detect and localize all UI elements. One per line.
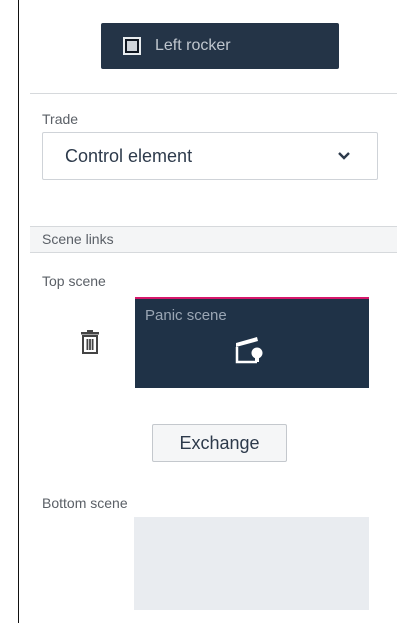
bottom-scene-slot[interactable] <box>134 517 369 610</box>
panel-left-border <box>18 0 19 623</box>
chevron-down-icon <box>337 147 351 168</box>
left-rocker-button[interactable]: Left rocker <box>101 23 339 69</box>
trade-label: Trade <box>42 111 79 127</box>
divider <box>30 93 397 94</box>
trade-select[interactable]: Control element <box>42 132 378 180</box>
bottom-scene-label: Bottom scene <box>42 495 128 511</box>
top-scene-name: Panic scene <box>145 307 227 324</box>
trade-selected-value: Control element <box>65 145 193 166</box>
scene-links-section: Scene links <box>30 226 397 253</box>
top-scene-tile[interactable]: Panic scene <box>135 297 369 388</box>
trash-icon[interactable] <box>80 330 100 359</box>
exchange-button[interactable]: Exchange <box>152 424 287 462</box>
rocker-square-icon <box>123 37 141 55</box>
top-scene-label: Top scene <box>42 273 106 289</box>
panic-scene-icon <box>235 335 265 372</box>
left-rocker-label: Left rocker <box>155 37 231 54</box>
